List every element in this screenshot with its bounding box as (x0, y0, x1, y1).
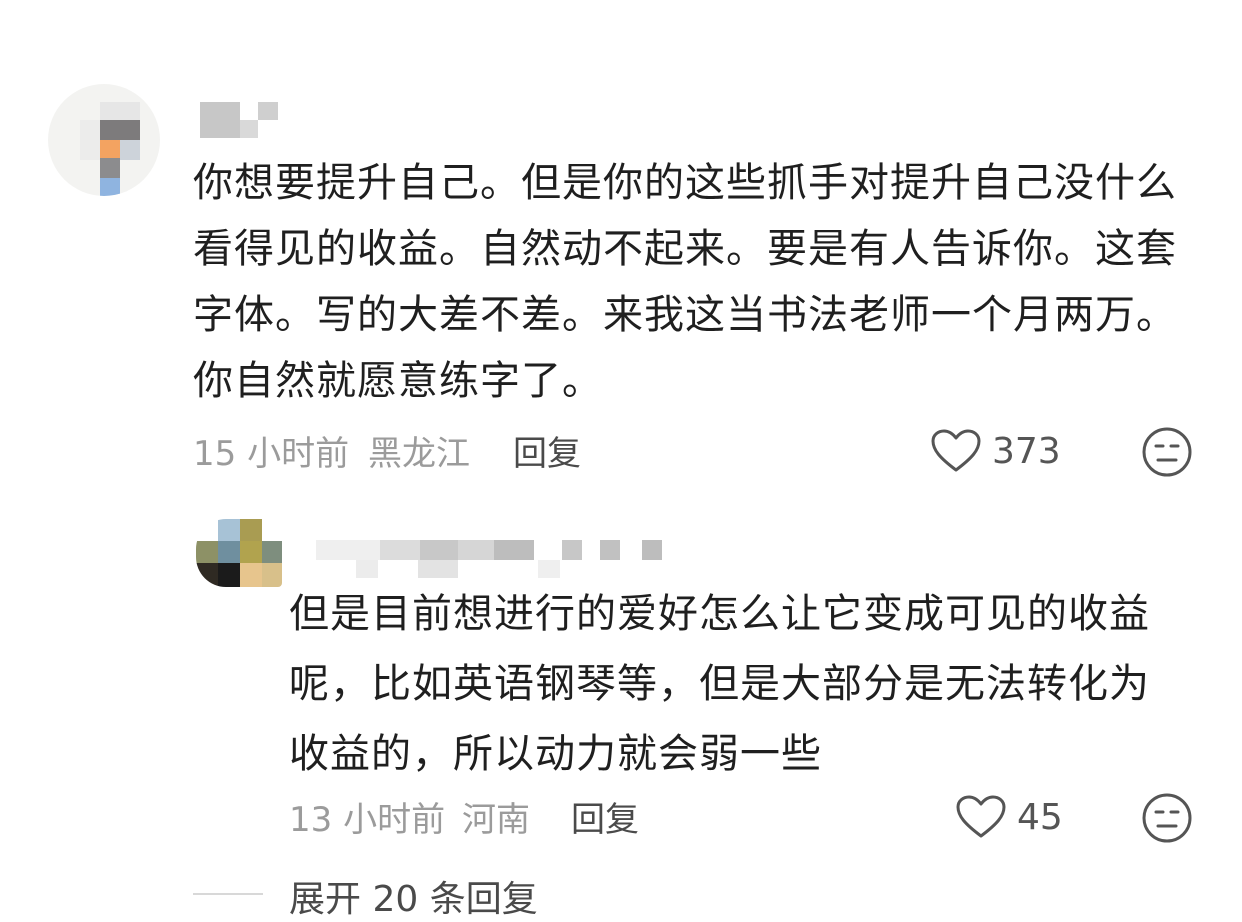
replier-avatar[interactable] (196, 519, 282, 587)
neutral-face-icon[interactable] (1141, 792, 1193, 844)
reply-like-count: 45 (1017, 796, 1063, 838)
neutral-face-icon[interactable] (1141, 426, 1193, 478)
comment-like-count: 373 (992, 430, 1061, 472)
heart-icon (955, 794, 1007, 840)
reply-reply-button[interactable]: 回复 (571, 792, 639, 841)
commenter-avatar[interactable] (48, 84, 160, 196)
commenter-username[interactable] (200, 102, 280, 138)
comment-line: 你想要提升自己。但是你的这些抓手对提升自己没什么 (193, 160, 1177, 206)
expand-divider (193, 893, 263, 895)
comment-timestamp: 15 小时前 (193, 434, 350, 474)
comment-like-button[interactable]: 373 (930, 426, 1061, 476)
replier-username[interactable] (316, 540, 666, 580)
comment-location: 黑龙江 (368, 434, 470, 474)
comment-reply-button[interactable]: 回复 (513, 426, 581, 475)
reply-line: 收益的，所以动力就会弱一些 (289, 731, 822, 777)
reply-location: 河南 (462, 800, 530, 840)
comment-body: 你想要提升自己。但是你的这些抓手对提升自己没什么 看得见的收益。自然动不起来。要… (193, 150, 1177, 414)
heart-icon (930, 428, 982, 474)
reply-body: 但是目前想进行的爱好怎么让它变成可见的收益 呢，比如英语钢琴等，但是大部分是无法… (289, 579, 1150, 789)
comment-line: 看得见的收益。自然动不起来。要是有人告诉你。这套 (193, 226, 1177, 272)
reply-line: 但是目前想进行的爱好怎么让它变成可见的收益 (289, 591, 1150, 637)
comment-line: 字体。写的大差不差。来我这当书法老师一个月两万。 (193, 292, 1177, 338)
reply-timestamp: 13 小时前 (289, 800, 446, 840)
reply-like-button[interactable]: 45 (955, 792, 1063, 842)
comment-line: 你自然就愿意练字了。 (193, 358, 603, 404)
reply-line: 呢，比如英语钢琴等，但是大部分是无法转化为 (289, 661, 1150, 707)
expand-replies-button[interactable]: 展开 20 条回复 (289, 870, 538, 922)
